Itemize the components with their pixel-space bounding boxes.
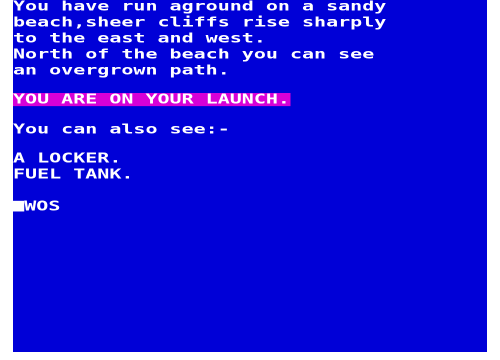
description-line: You have run aground on a sandy [13, 0, 387, 14]
items-header: You can also see:- [13, 121, 230, 137]
cursor-icon [13, 200, 25, 212]
description-line: beach,sheer cliffs rise sharply [13, 14, 387, 30]
command-input[interactable]: >WOS [13, 200, 60, 213]
description-line: North of the beach you can see [13, 46, 375, 62]
command-text: WOS [24, 198, 61, 214]
text-adventure-display[interactable]: You have run aground on a sandy beach,sh… [13, 0, 487, 352]
description-line: an overgrown path. [13, 62, 230, 78]
item-fuel-tank: FUEL TANK. [13, 166, 134, 182]
item-locker: A LOCKER. [13, 150, 122, 166]
description-line: to the east and west. [13, 30, 266, 46]
location-banner: YOU ARE ON YOUR LAUNCH. [13, 91, 290, 107]
game-screen: You have run aground on a sandy beach,sh… [0, 0, 500, 360]
